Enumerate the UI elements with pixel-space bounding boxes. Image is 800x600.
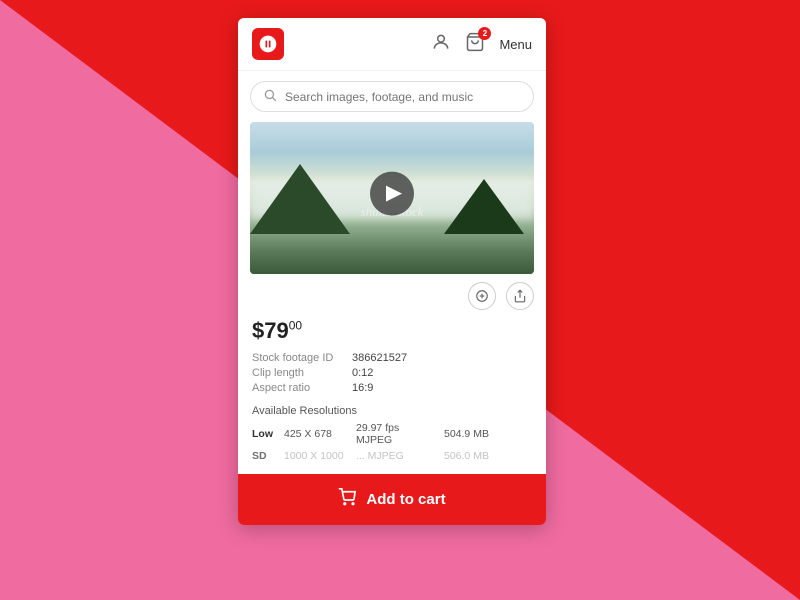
res-dims-low: 425 X 678: [284, 428, 348, 440]
res-fps-low: 29.97 fps MJPEG: [356, 422, 436, 446]
share-icon: [513, 289, 527, 303]
search-svg: [263, 88, 277, 102]
detail-label-length: Clip length: [252, 367, 352, 379]
add-to-collection-button[interactable]: [468, 282, 496, 310]
res-quality-low: Low: [252, 428, 276, 440]
resolutions-title: Available Resolutions: [252, 405, 532, 417]
resolutions-section: Available Resolutions Low 425 X 678 29.9…: [238, 405, 546, 474]
add-to-cart-button[interactable]: Add to cart: [238, 474, 546, 525]
video-thumbnail: shutterstock: [250, 122, 534, 274]
res-dims-sd: 1000 X 1000: [284, 450, 348, 462]
price-section: $7900: [238, 314, 546, 352]
search-input[interactable]: [285, 90, 521, 104]
search-icon: [263, 88, 277, 105]
search-bar[interactable]: [250, 81, 534, 112]
play-button[interactable]: [370, 172, 414, 216]
detail-row-aspect: Aspect ratio 16:9: [252, 382, 532, 394]
resolution-row-low: Low 425 X 678 29.97 fps MJPEG 504.9 MB: [252, 422, 532, 446]
cart-icon-svg: [338, 488, 356, 506]
details-section: Stock footage ID 386621527 Clip length 0…: [238, 352, 546, 405]
add-to-cart-label: Add to cart: [366, 491, 445, 508]
logo-icon: [258, 34, 278, 54]
user-svg: [431, 32, 451, 52]
price: $7900: [252, 318, 532, 344]
res-quality-sd: SD: [252, 450, 276, 462]
cart-icon[interactable]: 2: [465, 32, 485, 57]
detail-row-id: Stock footage ID 386621527: [252, 352, 532, 364]
plus-circle-icon: [475, 289, 489, 303]
detail-value-aspect: 16:9: [352, 382, 373, 394]
detail-label-aspect: Aspect ratio: [252, 382, 352, 394]
product-card: 2 Menu shutterstock: [238, 18, 546, 525]
detail-row-length: Clip length 0:12: [252, 367, 532, 379]
res-size-low: 504.9 MB: [444, 428, 489, 440]
res-size-sd: 506.0 MB: [444, 450, 489, 462]
detail-value-length: 0:12: [352, 367, 373, 379]
cart-badge: 2: [478, 27, 491, 40]
price-cents: 00: [289, 319, 302, 333]
cart-button-icon: [338, 488, 356, 511]
detail-label-id: Stock footage ID: [252, 352, 352, 364]
resolution-row-sd: SD 1000 X 1000 ... MJPEG 506.0 MB: [252, 450, 532, 462]
play-triangle-icon: [386, 186, 402, 202]
detail-value-id: 386621527: [352, 352, 407, 364]
price-whole: $79: [252, 318, 289, 343]
logo[interactable]: [252, 28, 284, 60]
res-fps-sd: ... MJPEG: [356, 450, 436, 462]
header: 2 Menu: [238, 18, 546, 71]
user-icon[interactable]: [431, 32, 451, 57]
header-right: 2 Menu: [431, 32, 532, 57]
action-icons: [238, 274, 546, 314]
share-button[interactable]: [506, 282, 534, 310]
menu-label[interactable]: Menu: [499, 37, 532, 52]
